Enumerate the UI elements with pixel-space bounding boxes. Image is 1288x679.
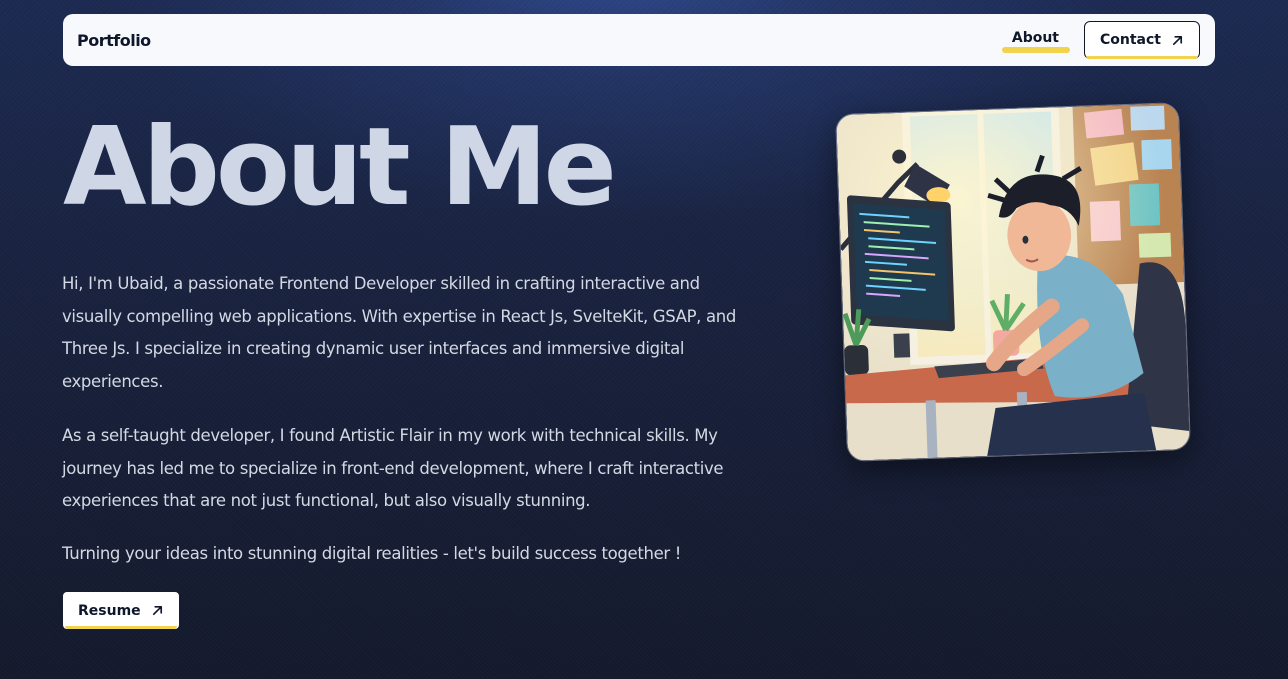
brand-logo[interactable]: Portfolio xyxy=(77,31,151,50)
button-accent-bar xyxy=(1086,56,1198,59)
nav-link-about-label: About xyxy=(1011,30,1059,46)
resume-button[interactable]: Resume xyxy=(63,592,179,629)
arrow-up-right-icon xyxy=(152,605,162,616)
about-paragraph-journey: As a self-taught developer, I found Arti… xyxy=(62,426,724,510)
top-navbar: Portfolio About Contact xyxy=(63,14,1215,66)
resume-button-label: Resume xyxy=(78,602,141,619)
active-underline xyxy=(1001,47,1070,53)
illustration-image xyxy=(836,103,1190,461)
page-title: About Me xyxy=(63,105,617,230)
developer-illustration xyxy=(835,102,1191,462)
contact-button[interactable]: Contact xyxy=(1084,21,1200,59)
nav-links: About Contact xyxy=(1001,21,1200,59)
contact-button-label: Contact xyxy=(1100,32,1161,48)
about-paragraph-intro: Hi, I'm Ubaid, a passionate Frontend Dev… xyxy=(62,274,736,391)
arrow-up-right-icon xyxy=(1172,35,1183,45)
about-paragraph-cta: Turning your ideas into stunning digital… xyxy=(62,544,681,563)
nav-link-about[interactable]: About xyxy=(1001,28,1070,53)
button-accent-bar xyxy=(65,626,177,629)
